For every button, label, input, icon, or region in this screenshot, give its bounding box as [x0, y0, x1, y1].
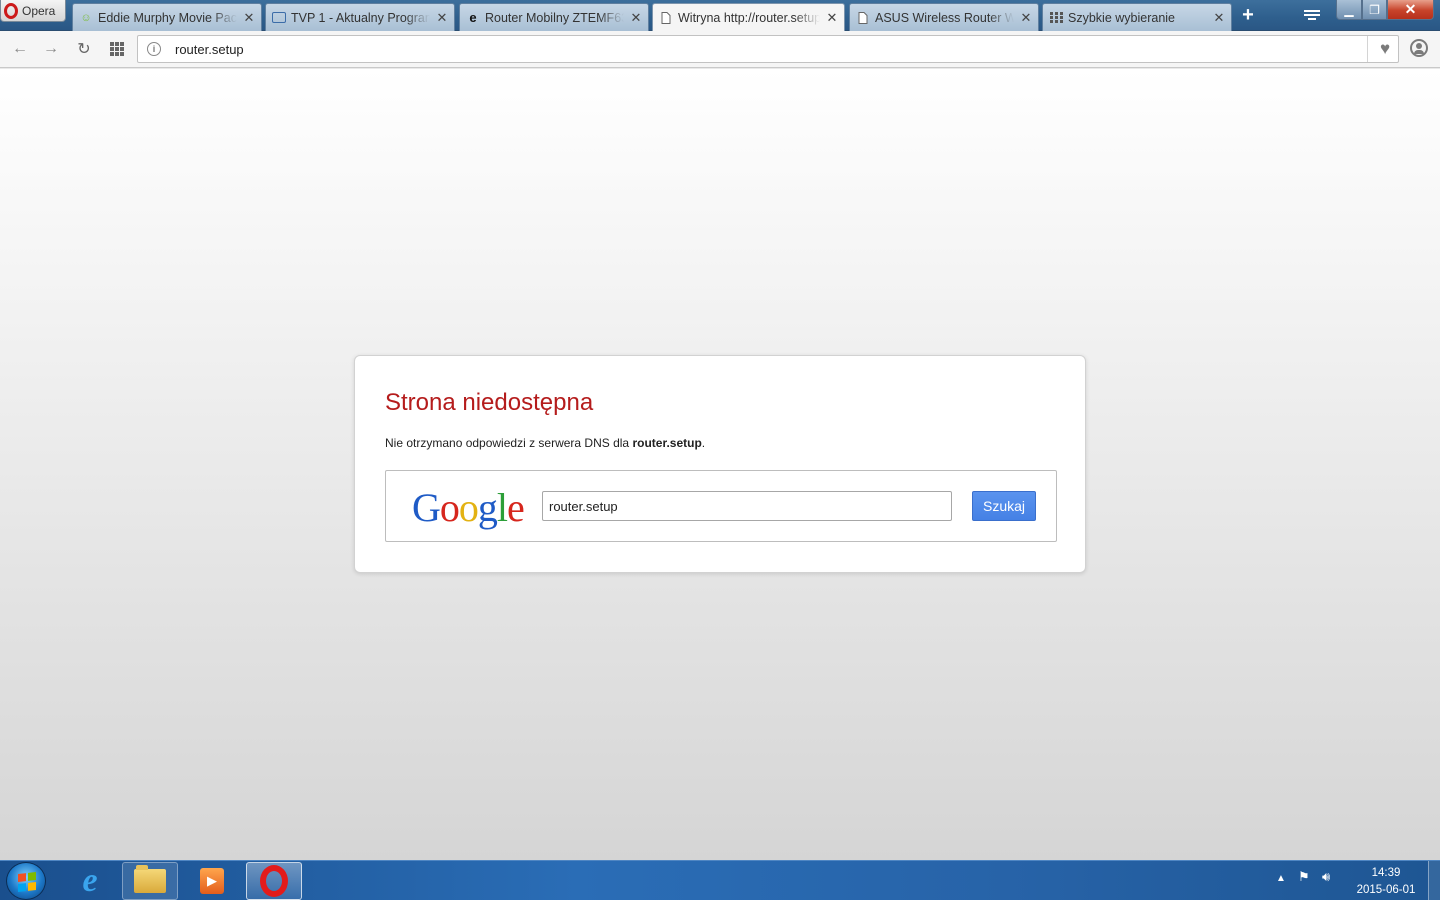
clock-date: 2015-06-01	[1356, 884, 1416, 896]
show-hidden-icons-icon[interactable]: ▲	[1276, 873, 1286, 884]
minimize-icon[interactable]: ▁	[1336, 0, 1362, 20]
account-icon[interactable]	[1410, 39, 1428, 57]
close-tab-icon[interactable]: ✕	[243, 10, 255, 26]
file-explorer-taskbar-icon[interactable]	[122, 862, 178, 900]
taskbar: e ▶ ▲ ⚑ 🔊︎ 14:39 2015-06-01	[0, 860, 1440, 900]
google-search-box: Google Szukaj	[385, 470, 1057, 542]
tab-speed-dial[interactable]: Szybkie wybieranie ✕	[1042, 3, 1232, 31]
speed-dial-grid-icon[interactable]	[106, 38, 128, 60]
volume-icon[interactable]: 🔊︎	[1322, 869, 1330, 885]
clock-time: 14:39	[1371, 867, 1401, 879]
windows-logo-icon	[18, 872, 36, 892]
error-message: Nie otrzymano odpowiedzi z serwera DNS d…	[385, 436, 705, 450]
address-bar[interactable]: i router.setup ♥	[137, 35, 1399, 63]
reload-icon[interactable]: ↻	[73, 38, 95, 60]
e-icon: e	[469, 10, 477, 25]
stash-heart-icon[interactable]: ♥	[1376, 40, 1394, 58]
system-clock[interactable]: 14:39 2015-06-01	[1352, 865, 1420, 899]
tab-label: Witryna http://router.setup	[678, 11, 820, 25]
internet-explorer-taskbar-icon[interactable]: e	[62, 862, 118, 900]
search-input[interactable]	[542, 491, 952, 521]
close-window-icon[interactable]: ✕	[1387, 0, 1434, 20]
error-message-end: .	[701, 436, 706, 450]
maximize-icon[interactable]: ❐	[1362, 0, 1387, 20]
tab-tvp1[interactable]: TVP 1 - Aktualny Program ✕	[265, 3, 455, 31]
tab-label: ASUS Wireless Router Web	[875, 10, 1014, 25]
close-tab-icon[interactable]: ✕	[826, 10, 838, 26]
tab-label: Router Mobilny ZTEMF63	[485, 10, 624, 25]
title-bar: Opera ☺ Eddie Murphy Movie Pack ✕ TVP 1 …	[0, 0, 1440, 32]
action-center-flag-icon[interactable]: ⚑	[1298, 869, 1310, 885]
google-logo: Google	[412, 485, 525, 530]
error-card: Strona niedostępna Nie otrzymano odpowie…	[354, 355, 1086, 573]
forward-arrow-icon[interactable]: →	[40, 38, 62, 60]
opera-taskbar-icon[interactable]	[246, 862, 302, 900]
android-icon: ☺	[80, 11, 92, 24]
close-tab-icon[interactable]: ✕	[630, 10, 642, 26]
tab-label: Eddie Murphy Movie Pack	[98, 10, 237, 25]
show-desktop-button[interactable]	[1428, 861, 1440, 900]
address-text[interactable]: router.setup	[175, 42, 244, 57]
opera-menu-button[interactable]: Opera	[0, 0, 66, 22]
site-info-icon[interactable]: i	[147, 42, 161, 56]
start-button[interactable]	[6, 862, 46, 900]
tv-icon	[272, 12, 286, 23]
new-tab-plus-icon[interactable]: +	[1238, 5, 1258, 26]
error-message-text: Nie otrzymano odpowiedzi z serwera DNS d…	[385, 436, 633, 450]
tab-router-mobilny[interactable]: e Router Mobilny ZTEMF63 ✕	[459, 3, 649, 31]
close-tab-icon[interactable]: ✕	[1213, 10, 1225, 26]
speed-dial-icon	[1049, 11, 1063, 25]
page-content: Strona niedostępna Nie otrzymano odpowie…	[0, 69, 1440, 860]
address-divider	[1367, 36, 1368, 62]
tab-asus-router[interactable]: ASUS Wireless Router Web ✕	[849, 3, 1039, 31]
opera-logo-icon	[4, 2, 18, 19]
navigation-bar: ← → ↻ i router.setup ♥	[0, 31, 1440, 68]
tab-label: TVP 1 - Aktualny Program	[291, 10, 430, 25]
tab-label: Szybkie wybieranie	[1068, 10, 1175, 25]
close-tab-icon[interactable]: ✕	[1020, 10, 1032, 26]
page-icon	[856, 11, 870, 25]
tab-router-setup[interactable]: Witryna http://router.setup ✕	[652, 3, 845, 32]
error-host: router.setup	[632, 436, 702, 450]
opera-menu-label: Opera	[22, 3, 56, 18]
close-tab-icon[interactable]: ✕	[436, 10, 448, 26]
error-title: Strona niedostępna	[385, 389, 594, 416]
search-button[interactable]: Szukaj	[972, 491, 1036, 521]
tab-eddie-murphy[interactable]: ☺ Eddie Murphy Movie Pack ✕	[72, 3, 262, 31]
back-arrow-icon[interactable]: ←	[9, 38, 31, 60]
tab-menu-icon[interactable]	[1302, 8, 1322, 24]
page-icon	[659, 11, 673, 25]
media-player-taskbar-icon[interactable]: ▶	[184, 862, 240, 900]
